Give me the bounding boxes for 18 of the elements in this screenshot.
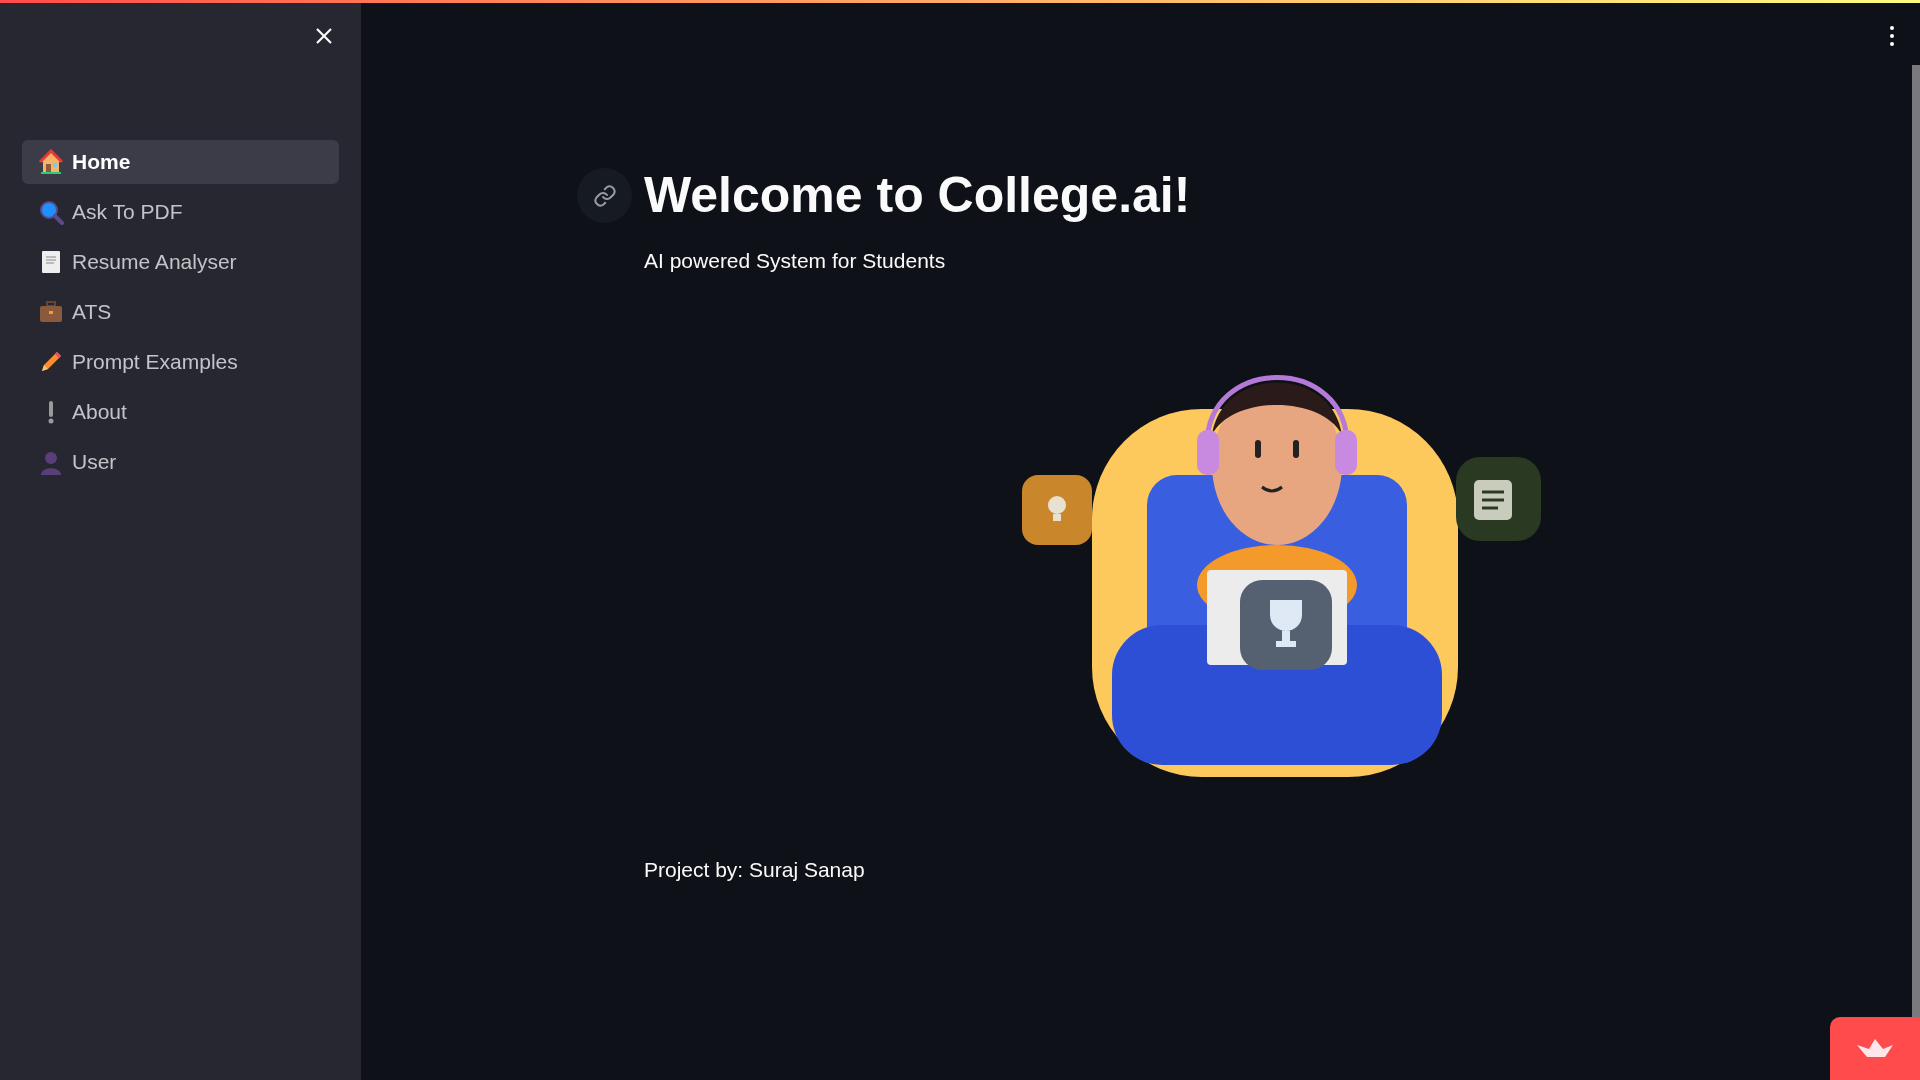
nav-item[interactable]: User (22, 440, 339, 484)
page-title: Welcome to College.ai! (644, 166, 1191, 225)
nav-item[interactable]: Home (22, 140, 339, 184)
author-credit: Project by: Suraj Sanap (644, 856, 866, 883)
nav-item[interactable]: ATS (22, 290, 339, 334)
nav-item[interactable]: Prompt Examples (22, 340, 339, 384)
paper-boat-icon (1857, 1038, 1893, 1059)
nav-item[interactable]: About (22, 390, 339, 434)
exclamation-icon (46, 399, 56, 425)
hosting-badge[interactable] (1830, 1017, 1920, 1080)
more-options-icon[interactable] (1890, 26, 1894, 46)
nav-item[interactable]: Ask To PDF (22, 190, 339, 234)
subtitle: AI powered System for Students (644, 248, 947, 274)
briefcase-icon (38, 299, 64, 325)
nav-item[interactable]: Resume Analyser (22, 240, 339, 284)
person-silhouette-icon (38, 449, 64, 475)
house-icon (38, 149, 64, 175)
magnifier-icon (38, 199, 64, 225)
